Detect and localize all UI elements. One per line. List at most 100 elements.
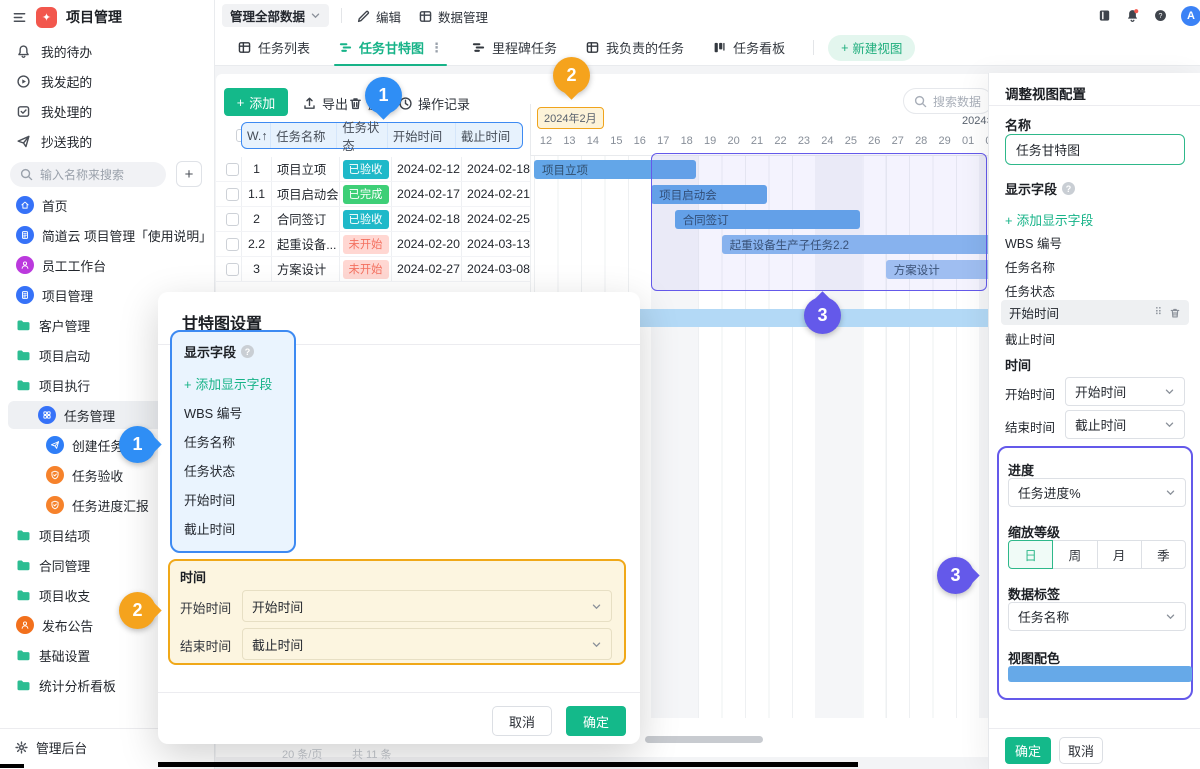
tab-任务甘特图[interactable]: 任务甘特图 ⋮ bbox=[324, 30, 457, 66]
zoom-option-季[interactable]: 季 bbox=[1141, 540, 1186, 569]
panel-end-value: 截止时间 bbox=[1075, 415, 1126, 434]
modal-add-field-link[interactable]: + 添加显示字段 bbox=[184, 370, 294, 399]
sidebar-nav-item[interactable]: 首页 bbox=[0, 190, 215, 220]
row-checkbox-cell bbox=[216, 157, 242, 181]
person-icon bbox=[16, 256, 34, 274]
callout-2-month: 2 bbox=[553, 57, 590, 94]
row-checkbox[interactable] bbox=[226, 188, 239, 201]
panel-footer-divider bbox=[989, 728, 1200, 729]
modal-end-value: 截止时间 bbox=[252, 635, 303, 654]
add-button[interactable]: +添加 bbox=[224, 88, 288, 116]
panel-label-select[interactable]: 任务名称 bbox=[1008, 602, 1186, 631]
zoom-option-日[interactable]: 日 bbox=[1008, 540, 1053, 569]
help-icon[interactable]: ? bbox=[1153, 8, 1168, 23]
row-checkbox[interactable] bbox=[226, 238, 239, 251]
panel-field-item[interactable]: 任务名称 bbox=[1005, 257, 1055, 276]
gantt-day-label: 25 bbox=[839, 135, 863, 147]
tab-里程碑任务[interactable]: 里程碑任务 bbox=[457, 30, 571, 66]
panel-ok-button[interactable]: 确定 bbox=[1005, 737, 1051, 764]
table-row[interactable]: 2.2 起重设备... 未开始 2024-02-20 2024-03-13 bbox=[216, 232, 530, 257]
notification-bell-icon[interactable] bbox=[1125, 8, 1140, 23]
sidebar-admin-link[interactable]: 管理后台 bbox=[14, 738, 87, 757]
row-checkbox[interactable] bbox=[226, 213, 239, 226]
modal-field-item[interactable]: WBS 编号 bbox=[184, 399, 294, 428]
column-header[interactable]: 任务状态 bbox=[337, 123, 388, 148]
folder-icon bbox=[16, 318, 31, 333]
table-row[interactable]: 1.1 项目启动会 已完成 2024-02-17 2024-02-21 bbox=[216, 182, 530, 207]
gear-icon bbox=[14, 740, 29, 755]
hamburger-menu-icon[interactable] bbox=[12, 10, 27, 25]
export-button[interactable]: 导出 bbox=[302, 94, 348, 113]
panel-field-item-hover[interactable]: 开始时间⠿ bbox=[1001, 300, 1189, 325]
edit-button[interactable]: 编辑 bbox=[356, 7, 401, 26]
trash-icon[interactable] bbox=[1169, 307, 1181, 319]
table-row[interactable]: 1 项目立项 已验收 2024-02-12 2024-02-18 bbox=[216, 157, 530, 182]
data-scope-dropdown[interactable]: 管理全部数据 bbox=[222, 4, 329, 27]
column-header[interactable]: 任务名称 bbox=[271, 123, 337, 148]
view-color-swatch[interactable] bbox=[1008, 666, 1192, 682]
modal-field-item[interactable]: 开始时间 bbox=[184, 486, 294, 515]
horizontal-scrollbar[interactable] bbox=[645, 736, 763, 743]
folder-icon bbox=[16, 558, 31, 573]
panel-progress-select[interactable]: 任务进度% bbox=[1008, 478, 1186, 507]
panel-field-item[interactable]: 截止时间 bbox=[1005, 329, 1055, 348]
app-title: 项目管理 bbox=[66, 7, 122, 27]
tab-任务列表[interactable]: 任务列表 bbox=[223, 30, 324, 66]
data-manage-button[interactable]: 数据管理 bbox=[418, 7, 488, 26]
sidebar-nav-item[interactable]: 简道云 项目管理「使用说明」 bbox=[0, 220, 215, 250]
modal-cancel-button[interactable]: 取消 bbox=[492, 706, 552, 736]
sidebar-item-3[interactable]: 我处理的 bbox=[0, 96, 215, 126]
column-header[interactable]: 开始时间 bbox=[388, 123, 456, 148]
view-name-input[interactable]: 任务甘特图 bbox=[1005, 134, 1185, 165]
tab-任务看板[interactable]: 任务看板 bbox=[698, 30, 799, 66]
column-header[interactable]: W.↑ bbox=[242, 123, 271, 148]
panel-start-select[interactable]: 开始时间 bbox=[1065, 377, 1185, 406]
sidebar-nav-item[interactable]: 员工工作台 bbox=[0, 250, 215, 280]
modal-field-item[interactable]: 截止时间 bbox=[184, 515, 294, 544]
panel-title: 调整视图配置 bbox=[1005, 83, 1086, 103]
modal-field-item[interactable]: 任务名称 bbox=[184, 428, 294, 457]
sidebar-add-button[interactable]: + bbox=[176, 161, 202, 187]
drag-handle-icon[interactable]: ⠿ bbox=[1155, 307, 1162, 318]
grid-icon bbox=[38, 406, 56, 424]
more-icon[interactable]: ⋮ bbox=[430, 40, 443, 56]
sidebar-item-1[interactable]: 我的待办 bbox=[0, 36, 215, 66]
status-badge: 已完成 bbox=[343, 185, 389, 204]
modal-ok-button[interactable]: 确定 bbox=[566, 706, 626, 736]
table-row[interactable]: 3 方案设计 未开始 2024-02-27 2024-03-08 bbox=[216, 257, 530, 282]
panel-field-item[interactable]: WBS 编号 bbox=[1005, 233, 1062, 252]
tab-我负责的任务[interactable]: 我负责的任务 bbox=[571, 30, 698, 66]
zoom-option-月[interactable]: 月 bbox=[1097, 540, 1142, 569]
row-checkbox[interactable] bbox=[226, 163, 239, 176]
sidebar-item-2[interactable]: 我发起的 bbox=[0, 66, 215, 96]
sidebar-nav-label: 项目收支 bbox=[39, 586, 90, 605]
home-icon bbox=[16, 196, 34, 214]
panel-cancel-button[interactable]: 取消 bbox=[1059, 737, 1103, 764]
avatar[interactable]: A bbox=[1181, 6, 1200, 26]
zoom-option-周[interactable]: 周 bbox=[1052, 540, 1097, 569]
data-search-input[interactable]: 搜索数据 bbox=[903, 88, 993, 114]
new-view-button[interactable]: + 新建视图 bbox=[828, 35, 915, 61]
task-table: 1 项目立项 已验收 2024-02-12 2024-02-18 1.1 项目启… bbox=[216, 157, 530, 282]
modal-start-select[interactable]: 开始时间 bbox=[242, 590, 612, 622]
row-checkbox[interactable] bbox=[226, 263, 239, 276]
modal-field-item[interactable]: 任务状态 bbox=[184, 457, 294, 486]
send-icon bbox=[46, 436, 64, 454]
history-button[interactable]: 操作记录 bbox=[398, 94, 470, 113]
panel-add-field-link[interactable]: + 添加显示字段 bbox=[1005, 206, 1093, 235]
tab-label: 任务甘特图 bbox=[359, 38, 424, 57]
end-date-cell: 2024-02-18 bbox=[462, 157, 530, 181]
panel-field-item[interactable]: 任务状态 bbox=[1005, 281, 1055, 300]
panel-end-select[interactable]: 截止时间 bbox=[1065, 410, 1185, 439]
sidebar-nav-label: 项目管理 bbox=[42, 286, 93, 305]
sidebar-item-label: 我发起的 bbox=[41, 72, 92, 91]
modal-end-select[interactable]: 截止时间 bbox=[242, 628, 612, 660]
table-row[interactable]: 2 合同签订 已验收 2024-02-18 2024-02-25 bbox=[216, 207, 530, 232]
row-checkbox-cell bbox=[216, 257, 242, 281]
sidebar-search-input[interactable]: 输入名称来搜索 bbox=[10, 162, 166, 187]
panel-toggle-icon[interactable] bbox=[1097, 8, 1112, 23]
sidebar-nav-label: 首页 bbox=[42, 196, 68, 215]
sidebar-item-4[interactable]: 抄送我的 bbox=[0, 126, 215, 156]
column-header[interactable]: 截止时间 bbox=[456, 123, 522, 148]
pencil-icon bbox=[356, 9, 371, 24]
